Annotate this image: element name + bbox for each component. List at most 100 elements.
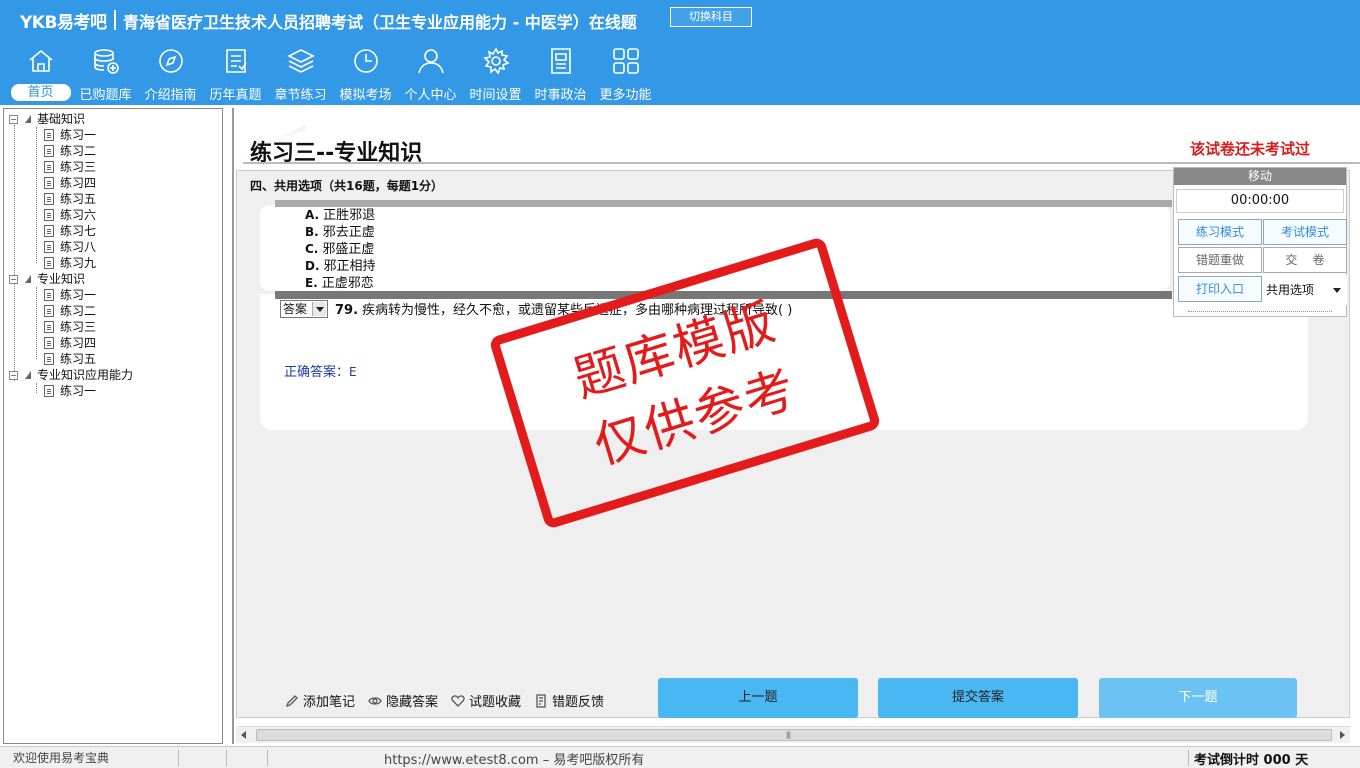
scroll-right-icon[interactable] bbox=[1340, 731, 1345, 739]
report-icon bbox=[536, 693, 546, 708]
status-bar: 欢迎使用易考宝典 https://www.etest8.com – 易考吧版权所… bbox=[0, 746, 1360, 768]
app-header: YKB易考吧 青海省医疗卫生技术人员招聘考试（卫生专业应用能力 - 中医学）在线… bbox=[0, 0, 1360, 105]
favorite-tool[interactable]: 试题收藏 bbox=[451, 691, 521, 710]
clock-icon bbox=[353, 49, 378, 73]
tree-group-applied[interactable]: − 专业知识应用能力 bbox=[9, 367, 133, 383]
add-note-tool[interactable]: 添加笔记 bbox=[285, 691, 355, 710]
splitter[interactable] bbox=[232, 108, 234, 744]
feedback-label: 错题反馈 bbox=[552, 695, 605, 710]
collapse-toggle-icon[interactable]: − bbox=[9, 114, 18, 124]
eye-icon bbox=[368, 696, 382, 705]
layers-icon bbox=[286, 49, 315, 73]
print-button[interactable]: 打印入口 bbox=[1178, 276, 1262, 302]
status-separator bbox=[178, 750, 179, 766]
panel-resize-grip[interactable] bbox=[1188, 311, 1332, 312]
grid-icon bbox=[612, 48, 639, 74]
nav-mock-exam[interactable]: 模拟考场 bbox=[333, 46, 398, 104]
hide-answer-tool[interactable]: 隐藏答案 bbox=[368, 691, 438, 710]
option-text: 邪盛正虚 bbox=[322, 242, 375, 257]
tree-item[interactable]: 练习一 bbox=[44, 287, 96, 303]
nav-home[interactable]: 首页 bbox=[8, 46, 73, 104]
next-question-button[interactable]: 下一题 bbox=[1099, 678, 1297, 718]
feedback-tool[interactable]: 错题反馈 bbox=[534, 691, 604, 710]
nav-more-features[interactable]: 更多功能 bbox=[593, 46, 658, 104]
nav-time-settings[interactable]: 时间设置 bbox=[463, 46, 528, 104]
exam-countdown: 考试倒计时 000 天 bbox=[1194, 753, 1309, 768]
option-text: 邪正相持 bbox=[323, 259, 376, 274]
collapse-toggle-icon[interactable]: − bbox=[9, 274, 18, 284]
horizontal-scrollbar[interactable]: ||| bbox=[236, 726, 1350, 743]
tree-item[interactable]: 练习五 bbox=[44, 351, 96, 367]
tree-item[interactable]: 练习六 bbox=[44, 207, 96, 223]
answer-dropdown[interactable]: 答案 bbox=[280, 300, 328, 318]
document-icon bbox=[44, 305, 54, 317]
tree-item-label: 练习三 bbox=[60, 160, 97, 174]
redo-wrong-button[interactable]: 错题重做 bbox=[1178, 247, 1262, 273]
nav-label: 历年真题 bbox=[209, 88, 262, 103]
tree-item[interactable]: 练习四 bbox=[44, 175, 96, 191]
folder-icon bbox=[25, 371, 31, 379]
card-top-bar bbox=[275, 200, 1172, 207]
tree-connector bbox=[36, 383, 37, 393]
tree-item[interactable]: 练习一 bbox=[44, 127, 96, 143]
tree-group-professional[interactable]: − 专业知识 bbox=[9, 271, 85, 287]
option-letter: D. bbox=[305, 259, 320, 273]
collapse-toggle-icon[interactable]: − bbox=[9, 370, 18, 380]
submit-answer-button[interactable]: 提交答案 bbox=[878, 678, 1078, 718]
tree-item-label: 练习五 bbox=[60, 352, 97, 366]
tree-group-label: 基础知识 bbox=[37, 112, 86, 126]
tree-group-basic[interactable]: − 基础知识 bbox=[9, 111, 85, 127]
nav-purchased-banks[interactable]: 已购题库 bbox=[73, 46, 138, 104]
tree-item[interactable]: 练习七 bbox=[44, 223, 96, 239]
nav-label: 首页 bbox=[10, 84, 71, 101]
chevron-down-icon[interactable] bbox=[312, 302, 326, 316]
tree-item[interactable]: 练习二 bbox=[44, 303, 96, 319]
user-icon bbox=[417, 49, 444, 74]
nav-label: 时事政治 bbox=[534, 88, 587, 103]
tree-item[interactable]: 练习四 bbox=[44, 335, 96, 351]
document-icon bbox=[44, 321, 54, 333]
document-icon bbox=[44, 241, 54, 253]
nav-personal-center[interactable]: 个人中心 bbox=[398, 46, 463, 104]
document-icon bbox=[44, 129, 54, 141]
correct-answer: 正确答案：E bbox=[284, 361, 357, 380]
prev-question-button[interactable]: 上一题 bbox=[658, 678, 858, 718]
exam-mode-button[interactable]: 考试模式 bbox=[1263, 219, 1347, 245]
document-list-icon bbox=[225, 49, 247, 73]
section-title: 四、共用选项（共16题，每题1分） bbox=[250, 179, 444, 193]
gear-icon bbox=[482, 47, 510, 75]
add-note-label: 添加笔记 bbox=[303, 695, 356, 710]
tree-item[interactable]: 练习三 bbox=[44, 159, 96, 175]
document-icon bbox=[44, 289, 54, 301]
switch-subject-button[interactable]: 切换科目 bbox=[670, 7, 752, 27]
exam-status: 该试卷还未考试过 bbox=[1190, 140, 1311, 158]
nav-label: 模拟考场 bbox=[339, 88, 392, 103]
nav-current-affairs[interactable]: 时事政治 bbox=[528, 46, 593, 104]
panel-drag-handle[interactable]: 移动 bbox=[1174, 168, 1346, 185]
tree-item[interactable]: 练习五 bbox=[44, 191, 96, 207]
document-icon bbox=[44, 177, 54, 189]
scroll-left-icon[interactable] bbox=[241, 731, 246, 739]
tree-item[interactable]: 练习一 bbox=[44, 383, 96, 399]
practice-mode-button[interactable]: 练习模式 bbox=[1178, 219, 1262, 245]
folder-icon bbox=[25, 115, 31, 123]
tree-item[interactable]: 练习九 bbox=[44, 255, 96, 271]
nav-label: 章节练习 bbox=[274, 88, 327, 103]
option-letter: A. bbox=[305, 208, 320, 222]
app-title: 青海省医疗卫生技术人员招聘考试（卫生专业应用能力 - 中医学）在线题 bbox=[123, 13, 637, 32]
tree-item-label: 练习四 bbox=[60, 176, 97, 190]
nav-chapter-practice[interactable]: 章节练习 bbox=[268, 46, 333, 104]
document-icon bbox=[44, 145, 54, 157]
nav-past-exams[interactable]: 历年真题 bbox=[203, 46, 268, 104]
nav-guide[interactable]: 介绍指南 bbox=[138, 46, 203, 104]
submit-paper-button[interactable]: 交 卷 bbox=[1263, 247, 1347, 273]
tree-item-label: 练习一 bbox=[60, 384, 97, 398]
tree-item[interactable]: 练习二 bbox=[44, 143, 96, 159]
tree-item-selected[interactable]: 练习三 bbox=[44, 319, 96, 335]
scrollbar-thumb[interactable] bbox=[256, 729, 1332, 741]
tree-item-label: 练习七 bbox=[60, 224, 97, 238]
tree-item[interactable]: 练习八 bbox=[44, 239, 96, 255]
option-b: B. 邪去正虚 bbox=[305, 224, 375, 241]
document-icon bbox=[44, 353, 54, 365]
shared-option-select[interactable]: 共用选项 bbox=[1263, 275, 1347, 305]
